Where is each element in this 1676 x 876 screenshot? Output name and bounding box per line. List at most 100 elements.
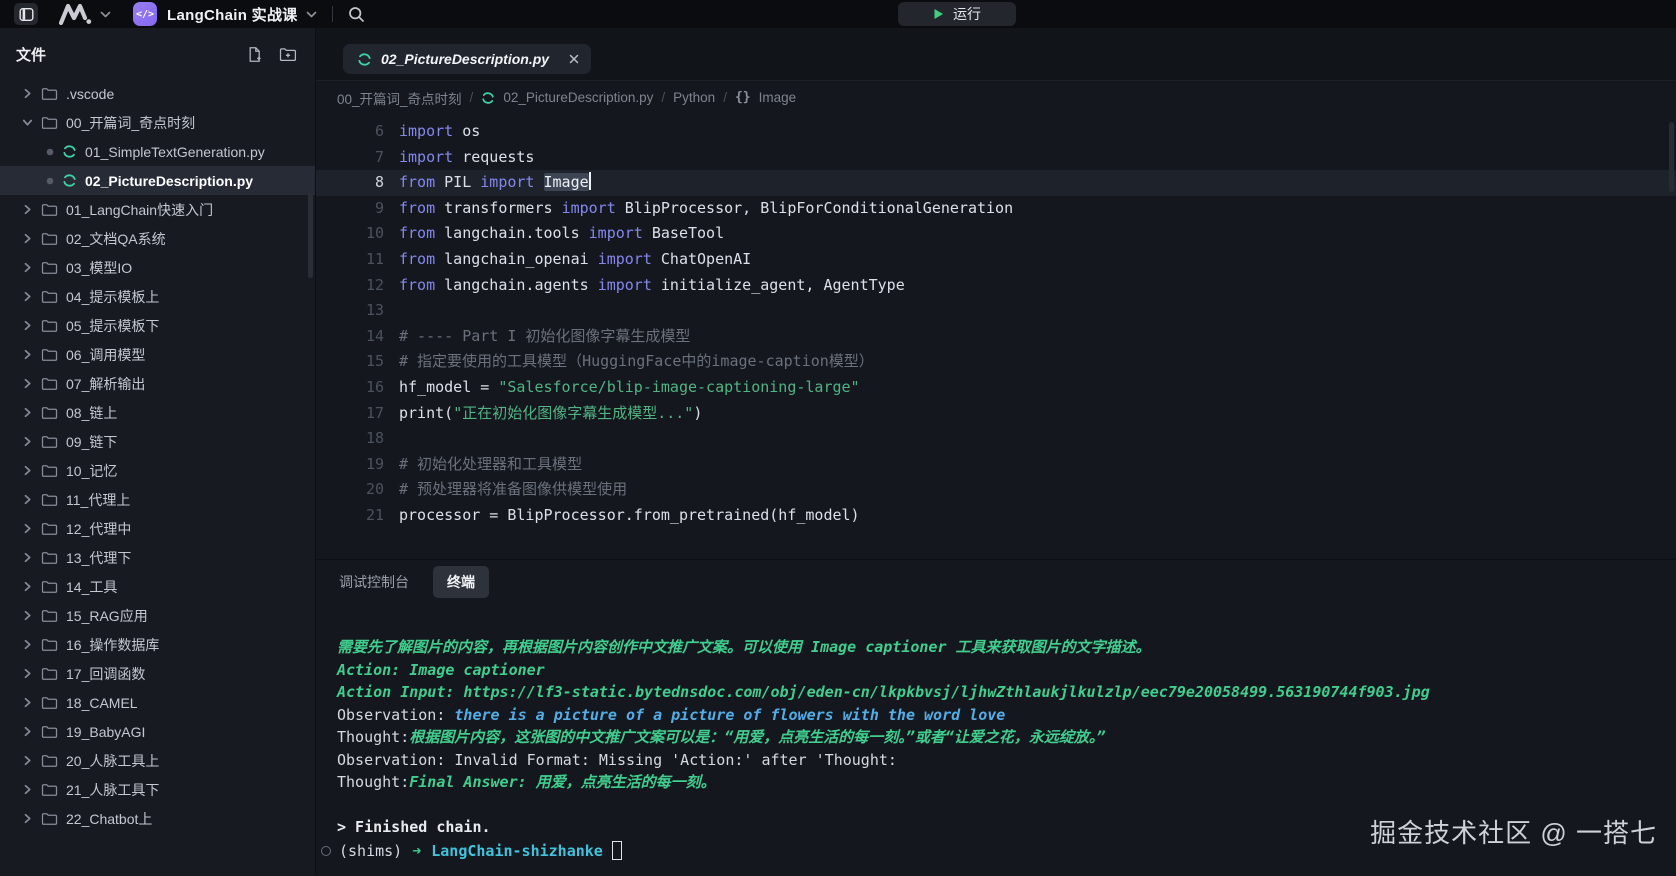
code-line[interactable]: 9from transformers import BlipProcessor,… — [316, 196, 1676, 222]
file-tree-item[interactable]: 00_开篇词_奇点时刻 — [0, 108, 315, 137]
file-tree-item-label: 02_PictureDescription.py — [85, 173, 253, 189]
file-tree-item[interactable]: 07_解析输出 — [0, 369, 315, 398]
breadcrumb-symbol[interactable]: Image — [759, 90, 797, 105]
line-number: 12 — [316, 273, 384, 299]
code-line[interactable]: 8from PIL import Image — [316, 170, 1676, 196]
line-number: 21 — [316, 503, 384, 529]
file-tree-item[interactable]: 13_代理下 — [0, 543, 315, 572]
code-line[interactable]: 17print("正在初始化图像字幕生成模型...") — [316, 401, 1676, 427]
line-number: 10 — [316, 221, 384, 247]
code-line[interactable]: 7import requests — [316, 145, 1676, 171]
line-number: 13 — [316, 298, 384, 324]
line-number: 19 — [316, 452, 384, 478]
code-line[interactable]: 21processor = BlipProcessor.from_pretrai… — [316, 503, 1676, 529]
file-tree-item[interactable]: 09_链下 — [0, 427, 315, 456]
editor-scrollbar[interactable] — [1669, 122, 1674, 192]
code-line[interactable]: 16hf_model = "Salesforce/blip-image-capt… — [316, 375, 1676, 401]
code-line[interactable]: 15# 指定要使用的工具模型（HuggingFace中的image-captio… — [316, 349, 1676, 375]
code-line-content: from langchain_openai import ChatOpenAI — [384, 247, 751, 273]
breadcrumb-language[interactable]: Python — [673, 90, 715, 105]
code-line[interactable]: 20# 预处理器将准备图像供模型使用 — [316, 477, 1676, 503]
file-tree-item[interactable]: 20_人脉工具上 — [0, 746, 315, 775]
file-tree-item-label: 21_人脉工具下 — [66, 780, 159, 800]
close-icon[interactable] — [569, 54, 579, 64]
folder-icon — [41, 754, 58, 768]
project-chevron-button[interactable] — [306, 11, 317, 18]
logo-chevron-button[interactable] — [100, 11, 111, 18]
chevron-right-icon — [22, 465, 33, 476]
sidebar-toggle-button[interactable] — [14, 3, 38, 25]
file-tree: .vscode00_开篇词_奇点时刻01_SimpleTextGeneratio… — [0, 79, 315, 833]
line-number: 17 — [316, 401, 384, 427]
file-tree-item[interactable]: 04_提示模板上 — [0, 282, 315, 311]
folder-icon — [41, 638, 58, 652]
line-number: 11 — [316, 247, 384, 273]
code-line[interactable]: 10from langchain.tools import BaseTool — [316, 221, 1676, 247]
breadcrumb-file[interactable]: 02_PictureDescription.py — [503, 90, 653, 105]
file-tree-item[interactable]: .vscode — [0, 79, 315, 108]
code-line[interactable]: 12from langchain.agents import initializ… — [316, 273, 1676, 299]
code-line[interactable]: 14# ---- Part I 初始化图像字幕生成模型 — [316, 324, 1676, 350]
code-editor[interactable]: 6import os7import requests8from PIL impo… — [316, 114, 1676, 559]
chevron-right-icon — [22, 523, 33, 534]
file-tree-item[interactable]: 12_代理中 — [0, 514, 315, 543]
text-cursor — [589, 172, 591, 190]
breadcrumb-separator: / — [661, 90, 665, 105]
play-icon — [933, 8, 944, 20]
project-app-icon[interactable]: </> — [133, 2, 157, 26]
code-line-content: from langchain.tools import BaseTool — [384, 221, 724, 247]
code-line-content: print("正在初始化图像字幕生成模型...") — [384, 401, 702, 427]
folder-icon — [41, 232, 58, 246]
line-number: 15 — [316, 349, 384, 375]
file-tree-item[interactable]: 02_PictureDescription.py — [0, 166, 315, 195]
code-line[interactable]: 19# 初始化处理器和工具模型 — [316, 452, 1676, 478]
file-explorer-sidebar: 文件 .vscode00_开篇词_奇点时刻01_SimpleTextGenera… — [0, 28, 315, 876]
file-tree-item[interactable]: 21_人脉工具下 — [0, 775, 315, 804]
file-tree-item[interactable]: 11_代理上 — [0, 485, 315, 514]
breadcrumb-folder[interactable]: 00_开篇词_奇点时刻 — [337, 88, 462, 108]
chevron-right-icon — [22, 262, 33, 273]
panel-tab-terminal[interactable]: 终端 — [433, 566, 489, 598]
code-line[interactable]: 13 — [316, 298, 1676, 324]
file-tree-item[interactable]: 08_链上 — [0, 398, 315, 427]
chevron-right-icon — [22, 407, 33, 418]
new-file-button[interactable] — [247, 46, 263, 63]
line-number: 20 — [316, 477, 384, 503]
code-line[interactable]: 18 — [316, 426, 1676, 452]
file-tree-item[interactable]: 16_操作数据库 — [0, 630, 315, 659]
file-tree-item[interactable]: 19_BabyAGI — [0, 717, 315, 746]
file-tree-item[interactable]: 10_记忆 — [0, 456, 315, 485]
run-button[interactable]: 运行 — [898, 2, 1016, 26]
file-tree-item[interactable]: 01_SimpleTextGeneration.py — [0, 137, 315, 166]
file-tree-item[interactable]: 15_RAG应用 — [0, 601, 315, 630]
marscode-logo[interactable] — [58, 3, 92, 25]
file-tree-item[interactable]: 18_CAMEL — [0, 688, 315, 717]
code-line[interactable]: 6import os — [316, 119, 1676, 145]
chevron-down-icon — [306, 11, 317, 18]
file-tree-item[interactable]: 22_Chatbot上 — [0, 804, 315, 833]
folder-icon — [41, 87, 58, 101]
code-line-content: import os — [384, 119, 480, 145]
file-tree-item[interactable]: 05_提示模板下 — [0, 311, 315, 340]
code-line[interactable]: 11from langchain_openai import ChatOpenA… — [316, 247, 1676, 273]
line-number: 14 — [316, 324, 384, 350]
new-folder-button[interactable] — [279, 46, 297, 63]
terminal-line: Observation: there is a picture of a pic… — [337, 704, 1676, 727]
file-tree-item[interactable]: 06_调用模型 — [0, 340, 315, 369]
sidebar-scrollbar[interactable] — [308, 193, 313, 278]
file-tree-item[interactable]: 01_LangChain快速入门 — [0, 195, 315, 224]
file-tree-item[interactable]: 17_回调函数 — [0, 659, 315, 688]
m-logo-icon — [58, 3, 92, 25]
editor-tab[interactable]: 02_PictureDescription.py — [343, 44, 591, 74]
panel-tab-debug-console[interactable]: 调试控制台 — [337, 566, 411, 598]
line-number: 16 — [316, 375, 384, 401]
folder-icon — [41, 435, 58, 449]
code-line-content: # 指定要使用的工具模型（HuggingFace中的image-caption模… — [384, 349, 874, 375]
search-button[interactable] — [348, 6, 365, 23]
folder-icon — [41, 812, 58, 826]
file-tree-item[interactable]: 14_工具 — [0, 572, 315, 601]
file-tree-item[interactable]: 03_模型IO — [0, 253, 315, 282]
run-button-label: 运行 — [953, 4, 981, 24]
folder-icon — [41, 348, 58, 362]
file-tree-item[interactable]: 02_文档QA系统 — [0, 224, 315, 253]
